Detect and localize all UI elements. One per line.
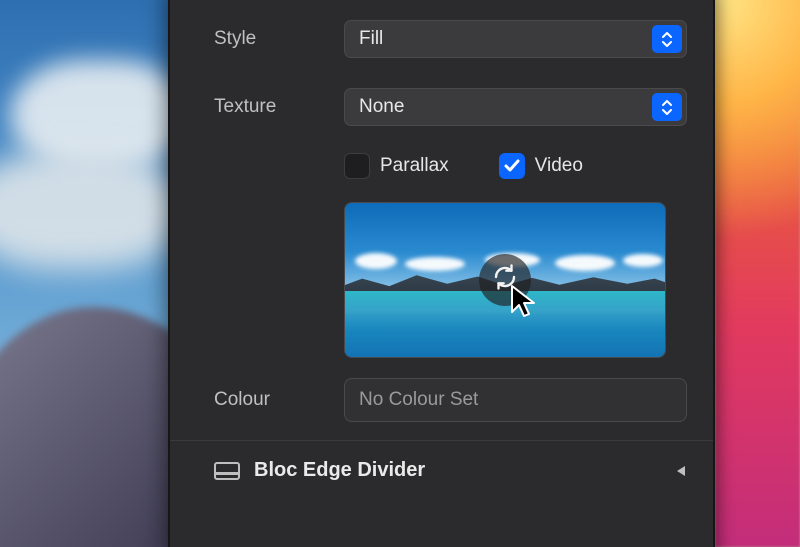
- section-title: Bloc Edge Divider: [254, 459, 425, 482]
- desktop-wallpaper-right: [715, 0, 800, 547]
- texture-dropdown[interactable]: None: [344, 88, 687, 126]
- background-video-thumbnail[interactable]: [344, 202, 666, 358]
- updown-chevrons-icon: [652, 25, 682, 53]
- video-checkbox-label: Video: [535, 155, 583, 177]
- video-checkbox[interactable]: [499, 153, 525, 179]
- disclosure-triangle-icon: [675, 464, 687, 478]
- section-glyph-icon: [214, 462, 240, 480]
- colour-well-placeholder: No Colour Set: [359, 389, 478, 411]
- texture-dropdown-value: None: [359, 96, 404, 118]
- parallax-checkbox-label: Parallax: [380, 155, 449, 177]
- parallax-checkbox[interactable]: [344, 153, 370, 179]
- texture-label: Texture: [214, 96, 344, 118]
- colour-well[interactable]: No Colour Set: [344, 378, 687, 422]
- section-header-bloc-edge-divider[interactable]: Bloc Edge Divider: [170, 441, 713, 500]
- style-dropdown[interactable]: Fill: [344, 20, 687, 58]
- updown-chevrons-icon: [652, 93, 682, 121]
- cursor-arrow-icon: [509, 284, 541, 330]
- style-dropdown-value: Fill: [359, 28, 383, 50]
- style-label: Style: [214, 28, 344, 50]
- colour-label: Colour: [214, 389, 344, 411]
- desktop-wallpaper-left: [0, 0, 170, 547]
- inspector-panel: Style Fill Texture None: [168, 0, 715, 547]
